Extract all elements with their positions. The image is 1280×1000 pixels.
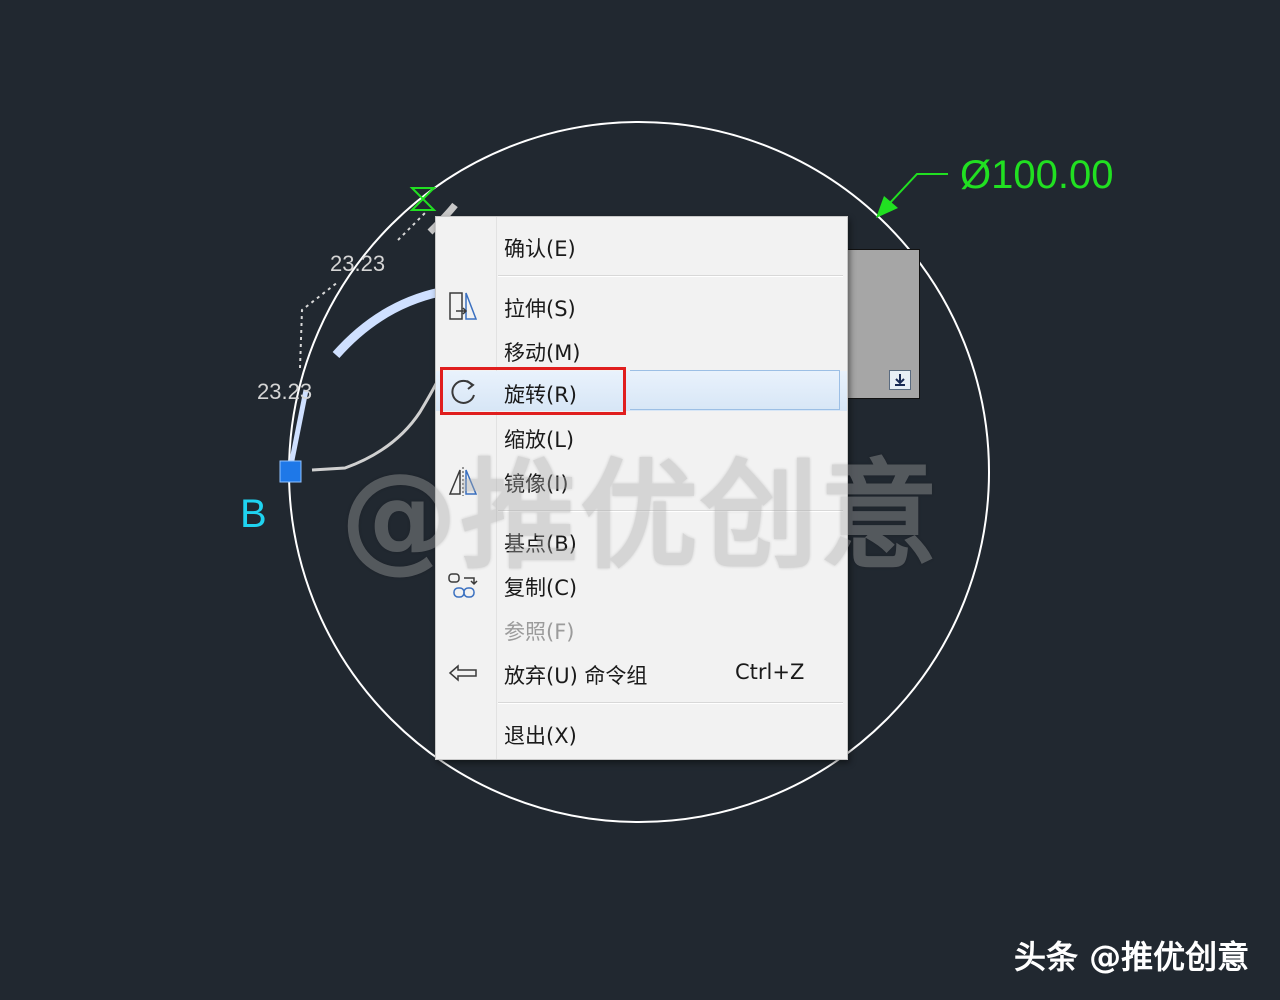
menu-item-label: 镜像(I): [504, 472, 569, 496]
red-highlight-box: [440, 367, 626, 415]
stretch-icon: [446, 289, 480, 323]
menu-separator: [498, 702, 843, 704]
footer-credit: 头条 @推优创意: [1014, 938, 1250, 976]
menu-item-label: 缩放(L): [504, 428, 575, 452]
menu-item-move[interactable]: 移动(M): [436, 329, 847, 369]
context-menu: 确认(E) 拉伸(S) 移动(M) 旋转(R) 缩放(L) 镜像(I) 基点(B…: [435, 216, 848, 760]
menu-item-confirm[interactable]: 确认(E): [436, 225, 847, 265]
diameter-dimension[interactable]: Ø100.00: [960, 153, 1113, 197]
menu-item-reference: 参照(F): [436, 608, 847, 648]
menu-item-copy[interactable]: 复制(C): [436, 564, 847, 604]
menu-item-exit[interactable]: 退出(X): [436, 712, 847, 752]
menu-item-base-point[interactable]: 基点(B): [436, 520, 847, 560]
dimension-upper[interactable]: 23.23: [330, 251, 385, 276]
diameter-leader: [876, 173, 948, 218]
dim-line-lower: [299, 281, 339, 369]
undo-icon: [446, 656, 480, 690]
properties-panel-fragment: [846, 249, 920, 399]
selection-curve: [311, 379, 440, 472]
snap-marker-icon: [409, 187, 437, 211]
mirror-icon: [446, 464, 480, 498]
menu-item-label: 移动(M): [504, 341, 581, 365]
menu-item-label: 拉伸(S): [504, 297, 576, 321]
menu-item-label: 复制(C): [504, 576, 578, 600]
highlight-frame: [630, 370, 840, 410]
menu-item-label: 基点(B): [504, 532, 577, 556]
menu-item-scale[interactable]: 缩放(L): [436, 416, 847, 456]
menu-item-shortcut: Ctrl+Z: [735, 660, 805, 684]
menu-item-label: 确认(E): [504, 237, 576, 261]
selected-arc[interactable]: [332, 287, 441, 358]
download-icon[interactable]: [889, 370, 911, 390]
menu-item-label: 退出(X): [504, 724, 577, 748]
point-label: B: [240, 492, 267, 536]
menu-separator: [498, 275, 843, 277]
copy-icon: [446, 568, 480, 602]
menu-item-mirror[interactable]: 镜像(I): [436, 460, 847, 500]
menu-item-stretch[interactable]: 拉伸(S): [436, 285, 847, 325]
grip-point[interactable]: [279, 460, 302, 483]
menu-separator: [498, 510, 843, 512]
menu-item-label: 放弃(U) 命令组: [504, 664, 648, 688]
menu-item-undo[interactable]: 放弃(U) 命令组 Ctrl+Z: [436, 652, 847, 692]
dimension-lower[interactable]: 23.23: [257, 379, 312, 404]
menu-item-label: 参照(F): [504, 620, 575, 644]
